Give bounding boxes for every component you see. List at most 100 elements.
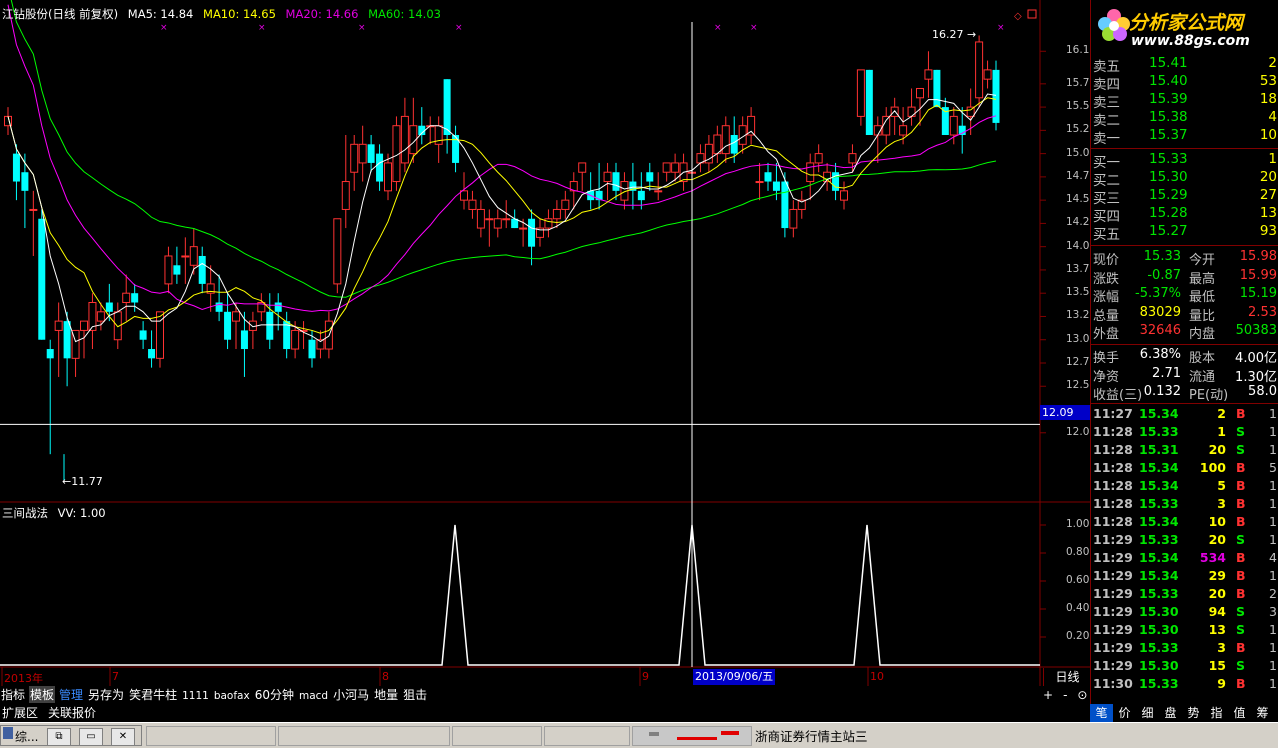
- zoom-button[interactable]: +: [1043, 688, 1053, 702]
- level-price: 15.29: [1149, 187, 1188, 203]
- quote-value: 2.53: [1248, 304, 1277, 320]
- level-price: 15.38: [1149, 109, 1188, 125]
- toolbar-item[interactable]: 指标: [0, 686, 26, 703]
- tick-time: 11:30: [1093, 676, 1133, 691]
- ma10-line: [7, 97, 997, 334]
- quote-label: 涨幅: [1093, 290, 1120, 305]
- level-price: 15.30: [1149, 169, 1188, 185]
- quote-value: 15.33: [1143, 249, 1181, 264]
- quote-row: 总量 83029 量比 2.53: [1093, 304, 1277, 324]
- zoom-button[interactable]: ⊙: [1077, 688, 1087, 702]
- candle-body: [502, 218, 511, 221]
- extension-tab[interactable]: 扩展区: [0, 706, 40, 720]
- taskbar-cell: [146, 726, 276, 746]
- tick-row: 11:29 15.33 20 B 2: [1093, 586, 1277, 604]
- panel-tab[interactable]: 势: [1182, 704, 1205, 722]
- candle-body: [341, 181, 350, 210]
- toolbar-item[interactable]: 1111: [181, 690, 210, 702]
- sell-level[interactable]: 卖二 15.38 4: [1093, 109, 1277, 129]
- indicator-tick-label: 0.20: [1066, 630, 1090, 642]
- level-label: 卖三: [1093, 95, 1120, 111]
- candle-body: [468, 199, 477, 210]
- signal-marker: ×: [258, 23, 266, 33]
- toolbar-item[interactable]: 管理: [58, 686, 84, 703]
- level-volume: 53: [1259, 73, 1277, 89]
- indicator-tick-label: 0.80: [1066, 546, 1090, 558]
- extension-toolbar: 扩展区 关联报价: [0, 704, 1090, 721]
- quote-label: 涨跌: [1093, 271, 1120, 287]
- level-label: 买三: [1093, 191, 1120, 207]
- panel-tab[interactable]: 价: [1113, 704, 1136, 722]
- candle-body: [924, 69, 933, 80]
- quote-row: 涨幅 -5.37% 最低 15.19: [1093, 286, 1277, 305]
- kline-chart[interactable]: 16.27 → ←11.77 × × × × × × × ◇: [0, 0, 1090, 687]
- toolbar-item[interactable]: 地量: [373, 686, 399, 703]
- toolbar-item[interactable]: 另存为: [87, 686, 125, 703]
- tick-volume: 1: [1217, 424, 1226, 439]
- sell-level[interactable]: 卖五 15.41 2: [1093, 55, 1277, 75]
- quote-label: 现价: [1093, 253, 1120, 268]
- close-button[interactable]: ✕: [111, 728, 135, 746]
- zoom-button[interactable]: -: [1063, 688, 1067, 702]
- taskbar-window-button[interactable]: 综... ⧉ ▭ ✕: [0, 725, 142, 746]
- sell-level[interactable]: 卖四 15.40 53: [1093, 73, 1277, 93]
- period-selector[interactable]: 日线: [1043, 668, 1091, 686]
- toolbar-item[interactable]: 60分钟: [254, 686, 295, 703]
- tick-time: 11:28: [1093, 460, 1133, 475]
- restore-button[interactable]: ⧉: [47, 728, 71, 746]
- candle-body: [899, 125, 908, 136]
- sell-level[interactable]: 卖一 15.37 10: [1093, 127, 1277, 147]
- panel-tab[interactable]: 筹: [1251, 704, 1274, 722]
- indicator-title-bar: 三间战法 VV: 1.00: [2, 505, 112, 521]
- chart-title-bar: 江钻股份(日线 前复权) MA5: 14.84 MA10: 14.65 MA20…: [2, 6, 447, 22]
- tick-side: B: [1236, 586, 1246, 601]
- fundamental-row: 换手 6.38% 股本 4.00亿: [1093, 347, 1277, 366]
- minimize-button[interactable]: ▭: [79, 728, 103, 746]
- panel-tab[interactable]: 值: [1228, 704, 1251, 722]
- tick-volume: 5: [1217, 478, 1226, 493]
- buy-level[interactable]: 买二 15.30 20: [1093, 169, 1277, 189]
- extension-tab[interactable]: 关联报价: [46, 706, 98, 720]
- toolbar-item[interactable]: 狙击: [402, 686, 428, 703]
- buy-level[interactable]: 买五 15.27 93: [1093, 223, 1277, 243]
- candle-body: [544, 218, 553, 229]
- signal-marker: ×: [160, 23, 168, 33]
- tick-volume: 3: [1217, 496, 1226, 511]
- candle-body: [890, 106, 899, 117]
- tick-volume: 534: [1199, 550, 1226, 565]
- candle-body: [528, 218, 536, 247]
- buy-level[interactable]: 买三 15.29 27: [1093, 187, 1277, 207]
- toolbar-item[interactable]: 小河马: [332, 686, 370, 703]
- sell-level[interactable]: 卖三 15.39 18: [1093, 91, 1277, 111]
- quote-label: 收益(三): [1093, 388, 1143, 403]
- date-tick-label: 10: [870, 670, 884, 683]
- tick-row: 11:28 15.33 1 S 1: [1093, 424, 1277, 442]
- tick-time: 11:28: [1093, 478, 1133, 493]
- candle-body: [772, 181, 780, 191]
- panel-tab[interactable]: 盘: [1159, 704, 1182, 722]
- panel-tab[interactable]: 指: [1205, 704, 1228, 722]
- candle-body: [367, 144, 375, 163]
- toolbar-item[interactable]: baofax: [213, 690, 251, 702]
- toolbar-item[interactable]: 笑君牛柱: [128, 686, 178, 703]
- low-annotation: ←11.77: [62, 475, 103, 488]
- buy-level[interactable]: 买一 15.33 1: [1093, 151, 1277, 171]
- tick-count: 1: [1269, 640, 1277, 655]
- toolbar-item[interactable]: macd: [298, 690, 329, 702]
- tick-side: B: [1236, 676, 1246, 691]
- candle-body: [476, 208, 485, 229]
- candle-body: [148, 349, 156, 359]
- buy-level[interactable]: 买四 15.28 13: [1093, 205, 1277, 225]
- divider: [1091, 344, 1278, 345]
- panel-tab[interactable]: 细: [1136, 704, 1159, 722]
- taskbar-cell: [278, 726, 450, 746]
- toolbar-item[interactable]: 模板: [29, 686, 56, 703]
- ma60-label: MA60: 14.03: [368, 7, 441, 21]
- taskbar: 综... ⧉ ▭ ✕ 浙商证券行情主站三: [0, 722, 1278, 748]
- panel-tab[interactable]: 笔: [1090, 704, 1113, 722]
- quote-label: 最高: [1189, 271, 1216, 287]
- quote-row: 现价 15.33 今开 15.98: [1093, 249, 1277, 268]
- level-volume: 93: [1259, 223, 1277, 239]
- signal-marker: ×: [997, 23, 1005, 33]
- tick-side: S: [1236, 658, 1246, 673]
